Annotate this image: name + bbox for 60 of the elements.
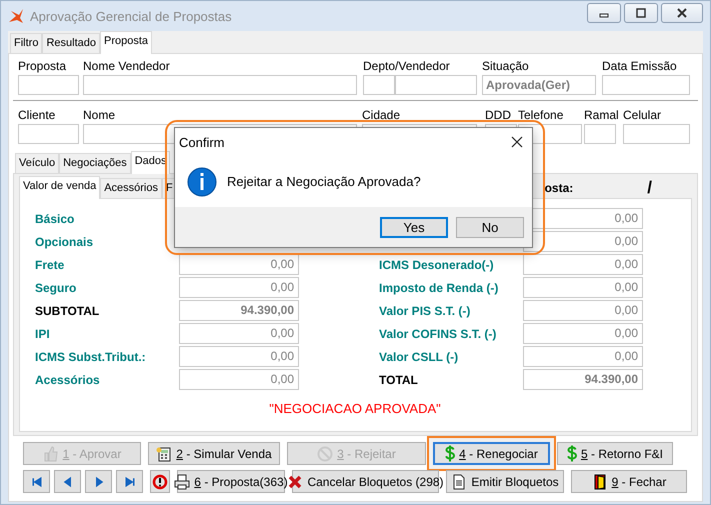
field-label: Ramal (584, 108, 619, 122)
field-label: Cliente (18, 108, 56, 122)
tab[interactable]: Resultado (42, 33, 100, 53)
amount-field[interactable]: 0,00 (179, 346, 299, 367)
tab[interactable]: Filtro (10, 33, 42, 53)
amount-field[interactable]: 0,00 (523, 254, 643, 275)
value-label: ICMS Subst.Tribut.: (35, 350, 146, 364)
field-label: Data Emissão (602, 59, 677, 73)
text-field[interactable]: Aprovada(Ger) (482, 75, 596, 95)
tab[interactable]: Dados (130, 151, 170, 174)
tab[interactable]: Acessórios (100, 178, 162, 198)
field-label: Proposta (18, 59, 66, 73)
tab[interactable]: Proposta (100, 31, 152, 54)
tab[interactable]: Negociações (59, 153, 131, 173)
value-label: Acessórios (35, 372, 100, 386)
dialog-button[interactable]: No (456, 216, 524, 238)
tab[interactable]: Valor de venda (19, 176, 100, 199)
value-label: ICMS Desonerado(-) (379, 258, 494, 272)
field-label: Cidade (362, 108, 400, 122)
tab[interactable]: Veículo (15, 153, 60, 173)
dialog-button[interactable]: Yes (380, 216, 448, 238)
amount-field[interactable]: 0,00 (179, 254, 299, 275)
action-button[interactable]: Emitir Bloquetos (446, 470, 564, 493)
status-message: "NEGOCIACAO APROVADA" (269, 401, 441, 416)
field-label: Nome Vendedor (83, 59, 170, 73)
value-label: Básico (35, 212, 74, 226)
value-label: Seguro (35, 280, 76, 294)
field-label: DDD (485, 108, 511, 122)
value-label: Valor PIS S.T. (-) (379, 304, 470, 318)
amount-field[interactable]: 94.390,00 (179, 300, 299, 321)
field-label: Situação (482, 59, 529, 73)
amount-field[interactable]: 0,00 (523, 346, 643, 367)
field-label: Depto/Vendedor (363, 59, 450, 73)
field-label: osta: (544, 181, 574, 195)
action-button[interactable]: 2 - Simular Venda (148, 442, 280, 465)
dialog-title: Confirm (179, 134, 225, 150)
value-label: Opcionais (35, 234, 94, 248)
value-label: TOTAL (379, 372, 418, 386)
value-label: IPI (35, 326, 50, 340)
amount-field[interactable]: 94.390,00 (523, 369, 643, 390)
field-label: Nome (83, 108, 116, 122)
value-label: SUBTOTAL (35, 304, 100, 318)
action-button[interactable]: 5 - Retorno F&I (557, 442, 673, 465)
value-label: Valor COFINS S.T. (-) (379, 326, 496, 340)
amount-field[interactable]: 0,00 (179, 369, 299, 390)
action-button[interactable]: 6 - Proposta(363) (177, 470, 285, 493)
value-label: Valor CSLL (-) (379, 350, 458, 364)
amount-field[interactable]: 0,00 (179, 277, 299, 298)
field-label: Telefone (518, 108, 564, 122)
dialog-message: Rejeitar a Negociação Aprovada? (227, 174, 421, 189)
amount-field[interactable]: 0,00 (179, 323, 299, 344)
amount-field[interactable]: 0,00 (523, 323, 643, 344)
amount-field[interactable]: 0,00 (523, 277, 643, 298)
field-label: Celular (623, 108, 662, 122)
value-label: Imposto de Renda (-) (379, 280, 498, 294)
action-button[interactable]: 9 - Fechar (571, 470, 687, 493)
window-title: Aprovação Gerencial de Propostas (30, 8, 232, 24)
amount-field[interactable]: 0,00 (523, 300, 643, 321)
value-label: Frete (35, 258, 64, 272)
separator-text: / (647, 178, 652, 198)
